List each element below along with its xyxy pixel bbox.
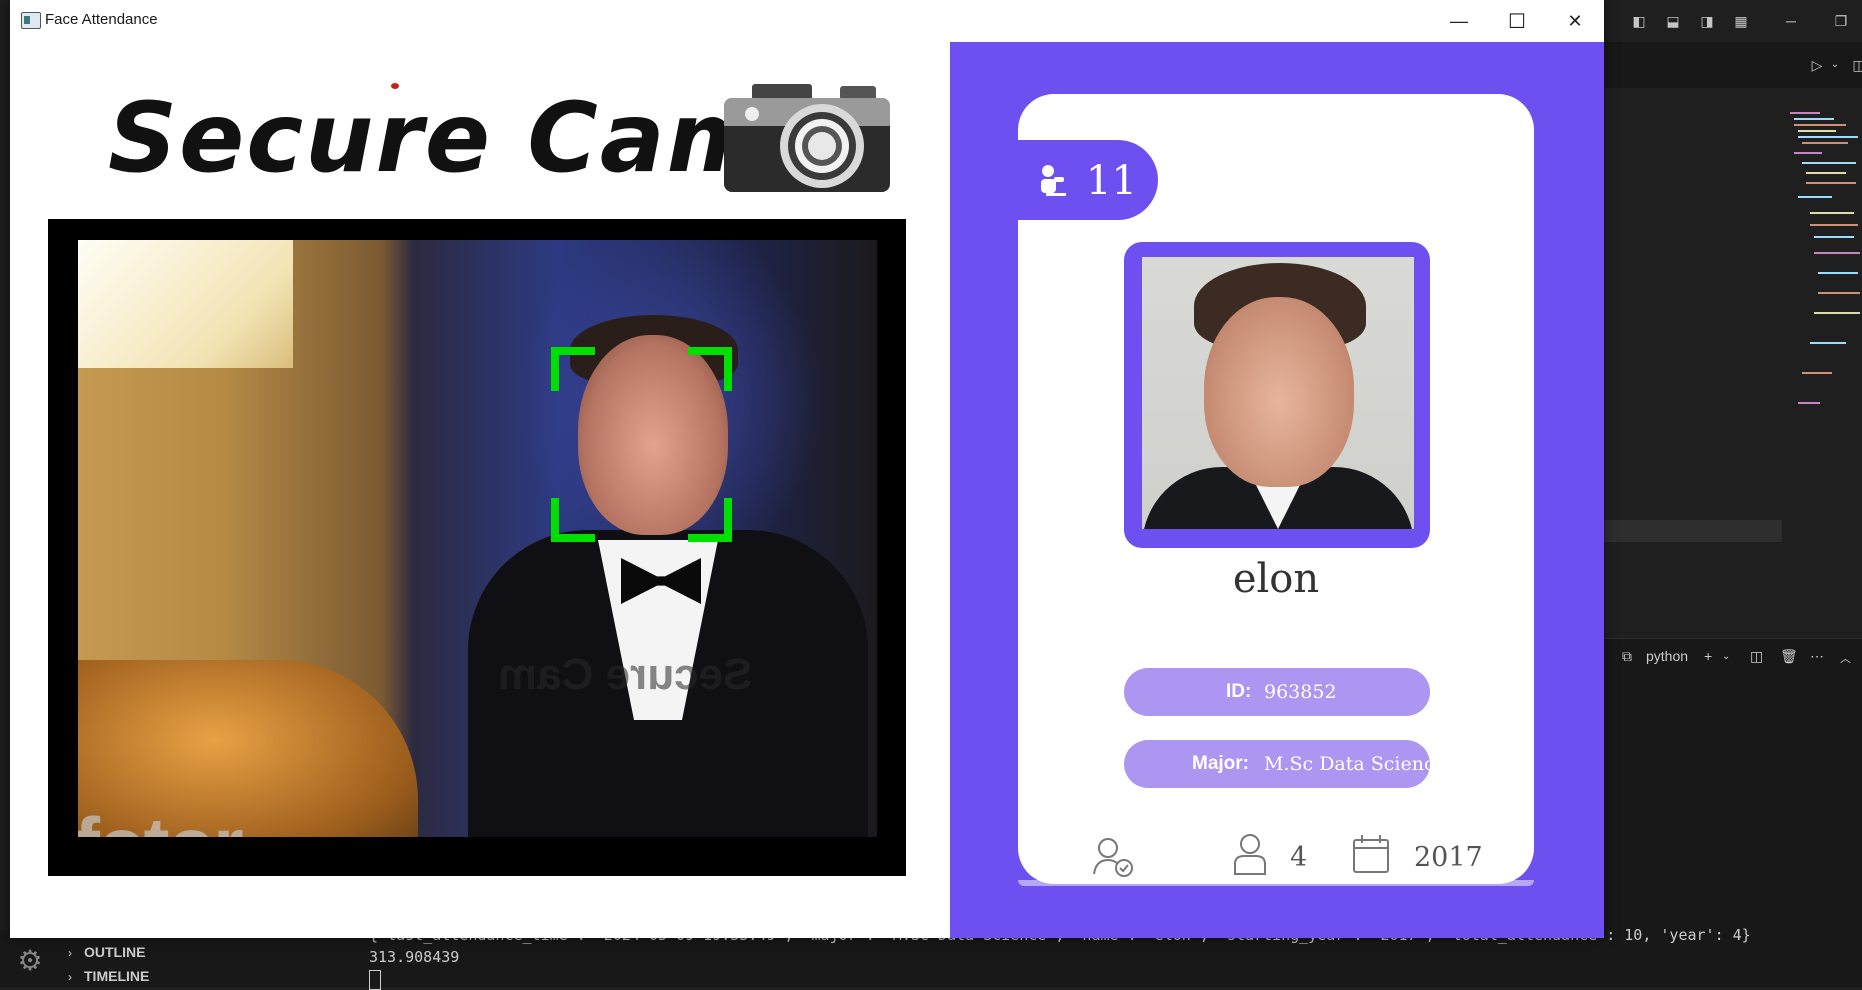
major-pill: Major: M.Sc Data Science [1124,740,1430,788]
id-label: ID: [1226,681,1252,702]
terminal-tab[interactable]: python [1646,648,1688,664]
face-box-corner-tl [551,347,595,391]
terminal-icon: ⧉ [1622,648,1632,664]
camera-icon [724,84,890,192]
year-user-icon [1234,834,1266,875]
minimize-button[interactable]: — [1430,0,1488,42]
video-frame: Secure Cam fotor [48,219,906,876]
toggle-primary-sidebar-icon[interactable]: ◧ [1630,12,1648,30]
toggle-panel-icon[interactable]: ⬓ [1664,12,1682,30]
terminal-cursor [369,970,381,990]
year-value: 4 [1290,842,1308,873]
editor-scroll-highlight [1600,520,1782,542]
app-icon [21,12,41,29]
more-actions-icon[interactable]: ⋯ [1810,648,1824,665]
app-content: Secure Cam Secure Cam 11 elon ID: 963852… [10,42,1604,938]
face-attendance-window: Face Attendance — ☐ ✕ Secure Cam Secure … [10,0,1604,938]
terminal-toolbar: ⧉ python + ⌄ ◫ 🗑 ⋯ ︿ [1600,638,1862,675]
student-photo [1142,257,1414,529]
major-value: M.Sc Data Science [1264,753,1430,775]
terminal-dropdown-icon[interactable]: ⌄ [1722,651,1730,662]
terminal-line-2: 313.908439 [369,948,460,966]
minimap[interactable] [1790,112,1860,422]
attendance-check-icon [1093,838,1133,877]
total-attendance-value: 11 [1086,158,1137,204]
vscode-minimize-icon[interactable]: ─ [1782,12,1800,30]
attendance-count-badge: 11 [1018,140,1158,220]
face-box-corner-br [688,498,732,542]
run-icon[interactable]: ▷ [1808,56,1826,74]
face-box-corner-tr [688,347,732,391]
kill-terminal-icon[interactable]: 🗑 [1780,648,1798,665]
logo-accent-dot [391,83,399,89]
maximize-button[interactable]: ☐ [1488,0,1546,42]
student-name: elon [1232,556,1320,602]
run-dropdown-icon[interactable]: ⌄ [1826,56,1844,74]
outline-section[interactable]: OUTLINE [84,944,145,960]
face-box-corner-bl [551,498,595,542]
fotor-watermark: fotor [78,800,244,837]
split-terminal-icon[interactable]: ◫ [1750,648,1763,665]
id-value: 963852 [1264,681,1337,703]
student-photo-frame [1124,242,1430,548]
window-titlebar: Face Attendance — ☐ ✕ [10,0,1604,42]
student-info-panel: 11 elon ID: 963852 Major: M.Sc Data Scie… [950,42,1604,938]
customize-layout-icon[interactable]: ▦ [1732,12,1750,30]
vscode-titlebar: ◧ ⬓ ◨ ▦ ─ ❐ [1600,0,1862,42]
camera-panel: Secure Cam Secure Cam [10,42,950,938]
photo-face [1204,297,1354,487]
timeline-section[interactable]: TIMELINE [84,968,149,984]
new-terminal-icon[interactable]: + [1704,648,1712,664]
vscode-restore-icon[interactable]: ❐ [1832,12,1850,30]
editor-tab-bar: ▷ ⌄ ◫ [1600,42,1862,88]
manage-gear-icon[interactable]: ⚙ [14,945,46,977]
split-editor-icon[interactable]: ◫ [1850,56,1862,74]
maximize-panel-icon[interactable]: ︿ [1840,650,1851,666]
timeline-chevron-icon[interactable]: › [68,970,72,984]
toggle-secondary-sidebar-icon[interactable]: ◨ [1698,12,1716,30]
attendance-person-icon [1041,165,1066,196]
starting-year-value: 2017 [1414,842,1483,873]
calendar-icon [1353,835,1389,873]
card-shadow [1018,880,1534,886]
close-button[interactable]: ✕ [1546,0,1604,42]
window-title: Face Attendance [45,11,158,28]
student-card: 11 elon ID: 963852 Major: M.Sc Data Scie… [1018,94,1534,884]
outline-chevron-icon[interactable]: › [68,946,72,960]
webcam-feed: Secure Cam fotor [78,240,877,837]
logo-text: Secure Cam [108,82,769,194]
window-light [78,240,293,368]
reflected-logo-text: Secure Cam [498,650,753,699]
id-pill: ID: 963852 [1124,668,1430,716]
major-label: Major: [1192,753,1249,774]
